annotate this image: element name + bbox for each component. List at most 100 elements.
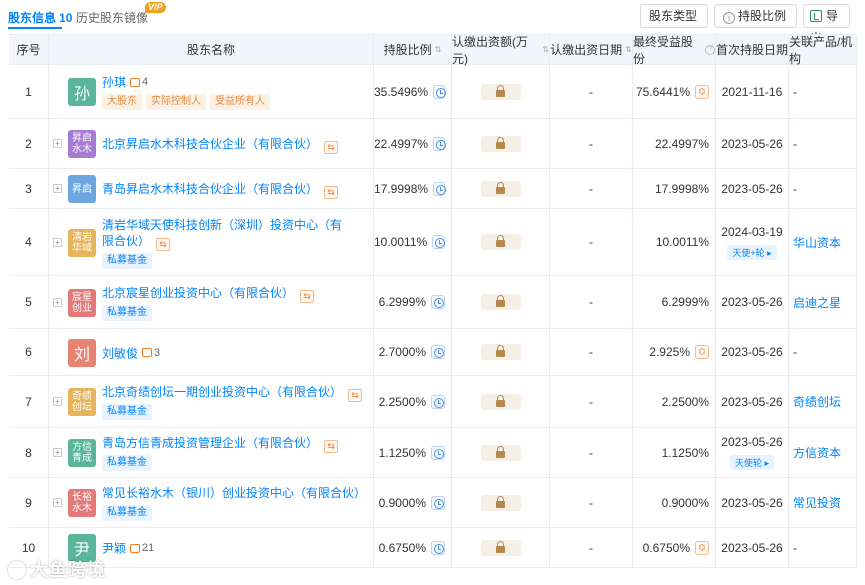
first-holding-date: 2023-05-26 [721, 181, 783, 196]
beneficial-share: 22.4997% [654, 136, 709, 151]
funding-round-badge[interactable]: 天使轮 ▸ [729, 455, 774, 470]
history-clock-icon[interactable] [431, 394, 445, 409]
lock-icon [496, 181, 505, 194]
related-people-count[interactable]: 3 [142, 345, 160, 361]
subscribed-date-cell: - [550, 428, 633, 477]
shareholder-tag[interactable]: 私募基金 [102, 252, 152, 269]
subscribed-amount-cell [452, 169, 550, 208]
subscribed-date: - [589, 540, 593, 555]
col-header-date[interactable]: 认缴出资日期 ⇅ [550, 35, 633, 64]
holding-ratio-dropdown[interactable]: i持股比例▼ [714, 4, 797, 43]
beneficiary-chain-icon[interactable]: ⌬ [695, 345, 709, 359]
expand-toggle[interactable]: + [53, 169, 63, 208]
row-index: 6 [9, 329, 49, 375]
lock-icon [496, 540, 505, 553]
vip-lock-button[interactable] [480, 393, 521, 410]
equity-chart-icon[interactable]: ⇆ [156, 237, 171, 251]
lock-icon [496, 235, 505, 247]
plus-icon: + [53, 237, 62, 247]
shareholder-name-link[interactable]: 刘敏俊 3 [102, 345, 160, 362]
people-icon [130, 543, 141, 553]
vip-lock-button[interactable] [480, 83, 521, 100]
equity-chart-icon[interactable]: ⇆ [324, 186, 339, 199]
history-clock-icon[interactable] [433, 181, 446, 196]
related-people-count[interactable]: 4 [130, 74, 148, 90]
col-header-index: 序号 [9, 35, 49, 64]
vip-lock-button[interactable] [480, 180, 521, 197]
equity-chart-icon[interactable]: ⇆ [348, 389, 363, 402]
expand-toggle[interactable]: + [53, 276, 63, 328]
vip-lock-button[interactable] [480, 539, 521, 556]
shareholder-cell: + 奇绩创坛 北京奇绩创坛一期创业投资中心（有限合伙） ⇆ 私募基金 [49, 376, 374, 427]
col-header-amount[interactable]: 认缴出资额(万元) ⇅ [452, 35, 550, 66]
sort-icon[interactable]: ⇅ [435, 45, 442, 54]
related-product[interactable]: 常见投资 [793, 494, 841, 511]
expand-toggle[interactable]: + [53, 428, 63, 477]
history-clock-icon[interactable] [433, 136, 446, 151]
shareholder-name-link[interactable]: 北京昇启水木科技合伙企业（有限合伙） ⇆ [102, 136, 339, 154]
tab-history-mirror[interactable]: 历史股东镜像 [76, 9, 148, 26]
beneficial-share-cell: 0.6750% ⌬ [633, 528, 716, 567]
shareholder-name-link[interactable]: 青岛昇启水木科技合伙企业（有限合伙） ⇆ [102, 181, 339, 199]
shareholder-tag[interactable]: 私募基金 [102, 304, 152, 321]
help-icon[interactable]: ? [705, 44, 715, 55]
table-row: 5 + 宸星创业 北京宸星创业投资中心（有限合伙） ⇆ 私募基金 6.2999% - 6.299… [9, 276, 857, 329]
shareholder-tag[interactable]: 私募基金 [102, 404, 152, 420]
shareholder-name-link[interactable]: 北京宸星创业投资中心（有限合伙） ⇆ [102, 285, 315, 303]
first-holding-date: 2021-11-16 [721, 84, 783, 99]
history-clock-icon[interactable] [431, 295, 445, 309]
table-row: 9+长裕水木常见长裕水木（银川）创业投资中心（有限合伙）⇆私募基金0.9000%… [9, 478, 857, 528]
funding-round-badge[interactable]: 天使+轮 ▸ [727, 244, 777, 260]
beneficiary-chain-icon[interactable]: ⌬ [695, 84, 709, 99]
sort-icon[interactable]: ⇅ [625, 45, 632, 54]
related-people-count[interactable]: 21 [130, 540, 154, 556]
related-product[interactable]: 启迪之星 [793, 294, 841, 311]
beneficiary-chain-icon[interactable]: ⌬ [695, 540, 709, 555]
subscribed-amount-cell [452, 209, 550, 275]
shareholder-tag[interactable]: 私募基金 [102, 455, 152, 471]
related-product: - [793, 136, 797, 151]
shareholder-name-link[interactable]: 孙琪 4 [102, 74, 148, 91]
col-header-ratio[interactable]: 持股比例 ⇅ [374, 35, 452, 64]
vip-lock-button[interactable] [480, 234, 521, 250]
equity-chart-icon[interactable]: ⇆ [324, 141, 339, 154]
history-clock-icon[interactable] [431, 345, 445, 359]
shareholder-name-link[interactable]: 北京奇绩创坛一期创业投资中心（有限合伙） ⇆ [102, 384, 363, 402]
vip-lock-button[interactable] [480, 444, 521, 461]
equity-chart-icon[interactable]: ⇆ [300, 289, 315, 303]
shareholder-type-dropdown[interactable]: 股东类型▼ [640, 4, 708, 43]
related-product[interactable]: 方信资本 [793, 444, 841, 461]
shareholder-name-link[interactable]: 尹颖 21 [102, 540, 154, 557]
export-button[interactable]: 导出 [803, 4, 850, 45]
shareholder-name-link[interactable]: 青岛方信青成投资管理企业（有限合伙） ⇆ [102, 435, 339, 453]
history-clock-icon[interactable] [432, 235, 445, 249]
sort-icon[interactable]: ⇅ [542, 45, 549, 54]
vip-lock-button[interactable] [480, 135, 521, 152]
shareholder-tag[interactable]: 私募基金 [102, 505, 152, 521]
related-product[interactable]: 奇绩创坛 [793, 393, 841, 410]
expand-toggle[interactable]: + [53, 478, 63, 527]
tab-shareholders[interactable]: 股东信息 10 [8, 9, 72, 26]
avatar: 昇启 [68, 175, 96, 203]
related-product[interactable]: 华山资本 [793, 234, 841, 251]
expand-toggle[interactable]: + [53, 376, 63, 427]
beneficial-share-cell: 2.2500% [633, 376, 716, 427]
expand-toggle[interactable]: + [53, 119, 63, 168]
row-index: 4 [9, 209, 49, 275]
first-holding-date: 2023-05-26 [721, 295, 783, 309]
shareholder-tags: 私募基金 [102, 455, 152, 471]
related-product-cell: - [789, 169, 857, 208]
vip-lock-button[interactable] [480, 294, 521, 310]
history-clock-icon[interactable] [431, 445, 445, 460]
beneficial-share: 75.6441% [635, 84, 690, 99]
history-clock-icon[interactable] [433, 84, 446, 99]
history-clock-icon[interactable] [431, 540, 445, 555]
row-index: 7 [9, 376, 49, 427]
vip-lock-button[interactable] [480, 494, 521, 511]
shareholder-name-link[interactable]: 清岩华域天使科技创新（深圳）投资中心（有限合伙） ⇆ [102, 217, 342, 251]
history-clock-icon[interactable] [431, 495, 445, 510]
equity-chart-icon[interactable]: ⇆ [324, 440, 339, 453]
vip-lock-button[interactable] [480, 344, 521, 360]
table-header: 序号 股东名称 持股比例 ⇅ 认缴出资额(万元) ⇅ 认缴出资日期 ⇅ 最终受益股份?… [9, 35, 857, 66]
expand-toggle[interactable]: + [53, 209, 63, 275]
